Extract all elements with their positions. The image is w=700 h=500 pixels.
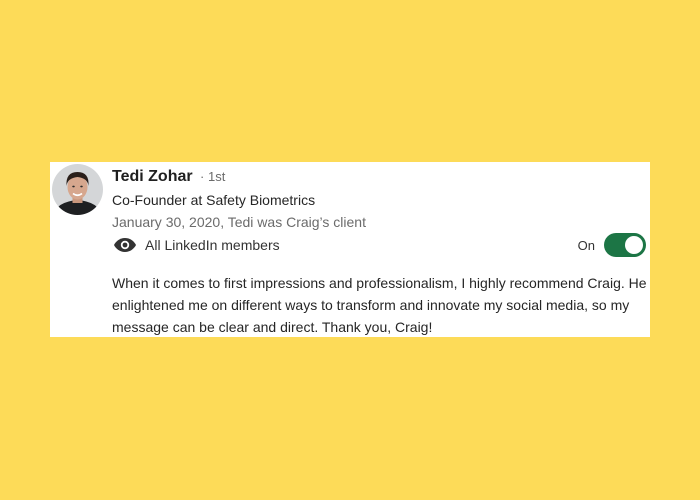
author-name[interactable]: Tedi Zohar <box>112 168 193 185</box>
recommendation-card: Tedi Zohar · 1st Co-Founder at Safety Bi… <box>50 162 650 337</box>
visibility-setting: All LinkedIn members <box>113 234 280 256</box>
recommendation-text: When it comes to first impressions and p… <box>112 275 647 335</box>
show-on-profile-toggle[interactable] <box>604 233 646 257</box>
author-name-line: Tedi Zohar · 1st <box>112 167 225 187</box>
eye-icon <box>114 238 136 252</box>
avatar-photo <box>52 164 103 215</box>
toggle-knob <box>625 236 643 254</box>
avatar[interactable] <box>52 164 103 215</box>
connection-degree: · 1st <box>200 169 226 184</box>
show-on-profile-toggle-group: On <box>578 233 646 257</box>
visibility-label: All LinkedIn members <box>145 237 280 253</box>
recommendation-relation: January 30, 2020, Tedi was Craig’s clien… <box>112 214 366 230</box>
toggle-label: On <box>577 237 595 253</box>
author-headline: Co-Founder at Safety Biometrics <box>112 192 316 208</box>
